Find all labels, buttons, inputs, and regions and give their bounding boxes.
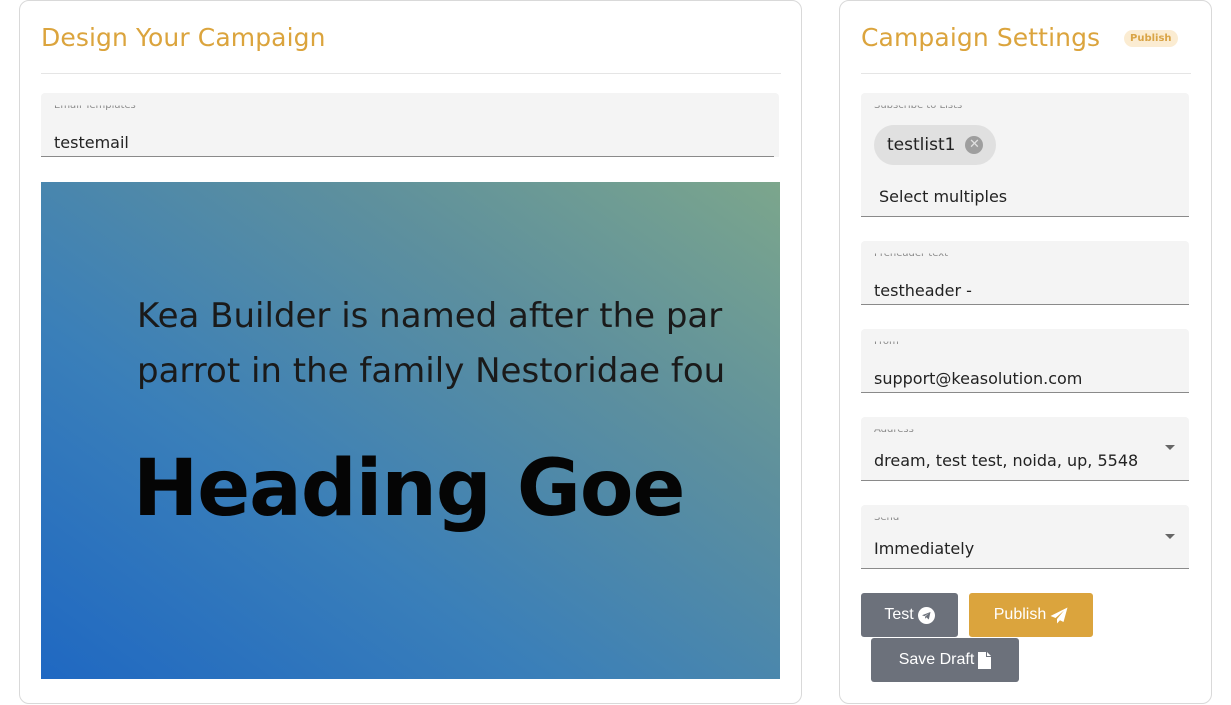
test-button[interactable]: Test xyxy=(861,593,958,637)
send-label: Send xyxy=(874,512,900,524)
caret-down-icon xyxy=(1165,445,1175,450)
settings-divider xyxy=(861,73,1191,74)
caret-down-icon xyxy=(1165,534,1175,539)
preheader-value: testheader - xyxy=(874,281,972,300)
list-chip-label: testlist1 xyxy=(887,135,956,155)
subscribe-lists-field[interactable]: Subscribe to Lists testlist1 ✕ Select mu… xyxy=(861,93,1189,217)
test-button-label: Test xyxy=(884,606,914,623)
address-label: Address xyxy=(874,424,914,436)
list-chip: testlist1 ✕ xyxy=(874,125,997,165)
template-preview[interactable]: Kea Builder is named after the par parro… xyxy=(41,182,780,679)
telegram-icon xyxy=(917,606,935,624)
send-value: Immediately xyxy=(874,539,975,558)
subscribe-lists-label: Subscribe to Lists xyxy=(874,100,963,112)
email-template-value: testemail xyxy=(54,133,129,152)
design-title: Design Your Campaign xyxy=(41,23,326,52)
preheader-text-field[interactable]: Preheader text testheader - xyxy=(861,241,1189,305)
save-draft-button-label: Save Draft xyxy=(898,651,975,668)
email-template-select[interactable]: Email Templates testemail xyxy=(41,93,779,157)
file-icon xyxy=(978,651,992,669)
preheader-label: Preheader text xyxy=(874,248,949,260)
from-label: From xyxy=(874,336,899,348)
preview-heading: Heading Goe xyxy=(133,444,685,534)
send-select[interactable]: Send Immediately xyxy=(861,505,1189,569)
from-field[interactable]: From support@keasolution.com xyxy=(861,329,1189,393)
from-value: support@keasolution.com xyxy=(874,369,1083,388)
preview-line-1: Kea Builder is named after the par xyxy=(137,296,723,336)
preview-line-2: parrot in the family Nestoridae fou xyxy=(137,351,726,391)
paper-plane-icon xyxy=(1050,607,1068,624)
lists-placeholder: Select multiples xyxy=(879,187,1008,206)
address-select[interactable]: Address dream, test test, noida, up, 554… xyxy=(861,417,1189,481)
settings-title: Campaign Settings xyxy=(861,23,1101,52)
status-badge: Publish xyxy=(1124,30,1178,47)
design-campaign-card: Design Your Campaign Email Templates tes… xyxy=(19,0,802,704)
design-divider xyxy=(41,73,781,74)
publish-button[interactable]: Publish xyxy=(969,593,1093,637)
campaign-settings-card: Campaign Settings Publish Subscribe to L… xyxy=(839,0,1212,704)
address-value: dream, test test, noida, up, 5548 xyxy=(874,451,1139,470)
cancel-icon[interactable]: ✕ xyxy=(965,136,984,154)
publish-button-label: Publish xyxy=(993,606,1047,623)
preview-paragraph: Kea Builder is named after the par parro… xyxy=(137,289,725,399)
save-draft-button[interactable]: Save Draft xyxy=(871,638,1019,682)
email-template-label: Email Templates xyxy=(54,100,136,112)
